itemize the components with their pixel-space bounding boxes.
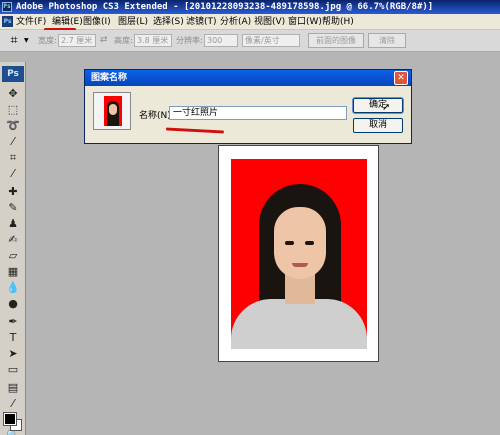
menu-window[interactable]: 窗口(W) [288, 16, 322, 28]
dialog-title-bar: 图案名称 [85, 70, 411, 86]
thumbnail-photo [104, 96, 122, 126]
dodge-tool-icon[interactable]: ● [3, 296, 23, 312]
options-bar: ⌗ ▼ 宽度: 2.7 厘米 ⇄ 高度: 3.8 厘米 分辨率: 300 像素/… [0, 30, 500, 52]
close-icon[interactable]: ✕ [394, 71, 408, 85]
eyedropper-tool-icon[interactable]: ⁄ [3, 166, 23, 182]
photoshop-doc-icon[interactable]: Ps [2, 16, 13, 27]
menu-layer[interactable]: 图层(L) [118, 16, 148, 28]
menu-select[interactable]: 选择(S) [153, 16, 184, 28]
menu-help[interactable]: 帮助(H) [322, 16, 354, 28]
eraser-tool-icon[interactable]: ▱ [3, 248, 23, 264]
mouse-cursor-icon: ➚ [382, 102, 391, 113]
pattern-name-dialog: 图案名称 ✕ 名称(N): 一寸红照片 确定 取消 [84, 69, 412, 144]
window-title: Adobe Photoshop CS3 Extended - [20101228… [16, 2, 434, 12]
menu-image[interactable]: 图像(I) [83, 16, 111, 28]
height-field[interactable]: 3.8 厘米 [134, 34, 172, 47]
path-selection-tool-icon[interactable]: ➤ [3, 346, 23, 362]
resolution-field[interactable]: 300 [204, 34, 238, 47]
photo-left-eye [285, 241, 294, 245]
tools-panel: Ps ✥ ⬚ ➰ ⁄ ⌗ ⁄ ✚ ✎ ♟ ✍ ▱ ▦ 💧 ● ✒ T ➤ ▭ ▤… [0, 62, 26, 435]
photo-face [274, 207, 326, 279]
brush-tool-icon[interactable]: ✎ [3, 200, 23, 216]
photo-right-eye [305, 241, 314, 245]
pattern-thumbnail [93, 92, 131, 130]
photoshop-app-icon: Ps [2, 2, 12, 12]
foreground-color-swatch[interactable] [3, 412, 17, 426]
menu-filter[interactable]: 滤镜(T) [186, 16, 217, 28]
swap-icon[interactable]: ⇄ [100, 35, 108, 45]
menu-analysis[interactable]: 分析(A) [220, 16, 251, 28]
eyedropper-icon[interactable]: ⁄ [3, 396, 23, 412]
crop-tool-icon[interactable]: ⌗ [6, 33, 22, 49]
id-photo-image [231, 159, 367, 349]
crop-tool-icon[interactable]: ⌗ [3, 150, 23, 166]
shape-tool-icon[interactable]: ▭ [3, 362, 23, 378]
photo-mouth [292, 263, 308, 267]
blur-tool-icon[interactable]: 💧 [3, 280, 23, 296]
magic-wand-tool-icon[interactable]: ⁄ [3, 134, 23, 150]
pattern-name-input[interactable]: 一寸红照片 [169, 106, 347, 120]
marquee-tool-icon[interactable]: ⬚ [3, 102, 23, 118]
cancel-button[interactable]: 取消 [353, 118, 403, 133]
clone-stamp-tool-icon[interactable]: ♟ [3, 216, 23, 232]
photoshop-logo: Ps [2, 66, 24, 82]
ok-button[interactable]: 确定 [352, 97, 404, 114]
resolution-label: 分辨率: [176, 36, 203, 45]
chevron-down-icon[interactable]: ▼ [24, 37, 29, 44]
front-image-button[interactable]: 前面的图像 [308, 33, 364, 48]
thumbnail-face [109, 104, 117, 115]
width-field[interactable]: 2.7 厘米 [58, 34, 96, 47]
photo-shirt [231, 299, 367, 349]
menu-view[interactable]: 视图(V) [254, 16, 285, 28]
dialog-title: 图案名称 [91, 73, 128, 83]
menu-edit[interactable]: 编辑(E) [52, 16, 83, 28]
clear-button[interactable]: 清除 [368, 33, 406, 48]
lasso-tool-icon[interactable]: ➰ [3, 118, 23, 134]
width-label: 宽度: [38, 36, 57, 45]
healing-brush-tool-icon[interactable]: ✚ [3, 184, 23, 200]
type-tool-icon[interactable]: T [3, 330, 23, 346]
pen-tool-icon[interactable]: ✒ [3, 314, 23, 330]
move-tool-icon[interactable]: ✥ [3, 86, 23, 102]
height-label: 高度: [114, 36, 133, 45]
gradient-tool-icon[interactable]: ▦ [3, 264, 23, 280]
document-canvas[interactable] [218, 145, 379, 362]
history-brush-tool-icon[interactable]: ✍ [3, 232, 23, 248]
notes-tool-icon[interactable]: ▤ [3, 380, 23, 396]
menu-file[interactable]: 文件(F) [16, 16, 46, 28]
resolution-unit-select[interactable]: 像素/英寸 [242, 34, 300, 47]
window-title-bar: Ps Adobe Photoshop CS3 Extended - [20101… [0, 0, 500, 14]
